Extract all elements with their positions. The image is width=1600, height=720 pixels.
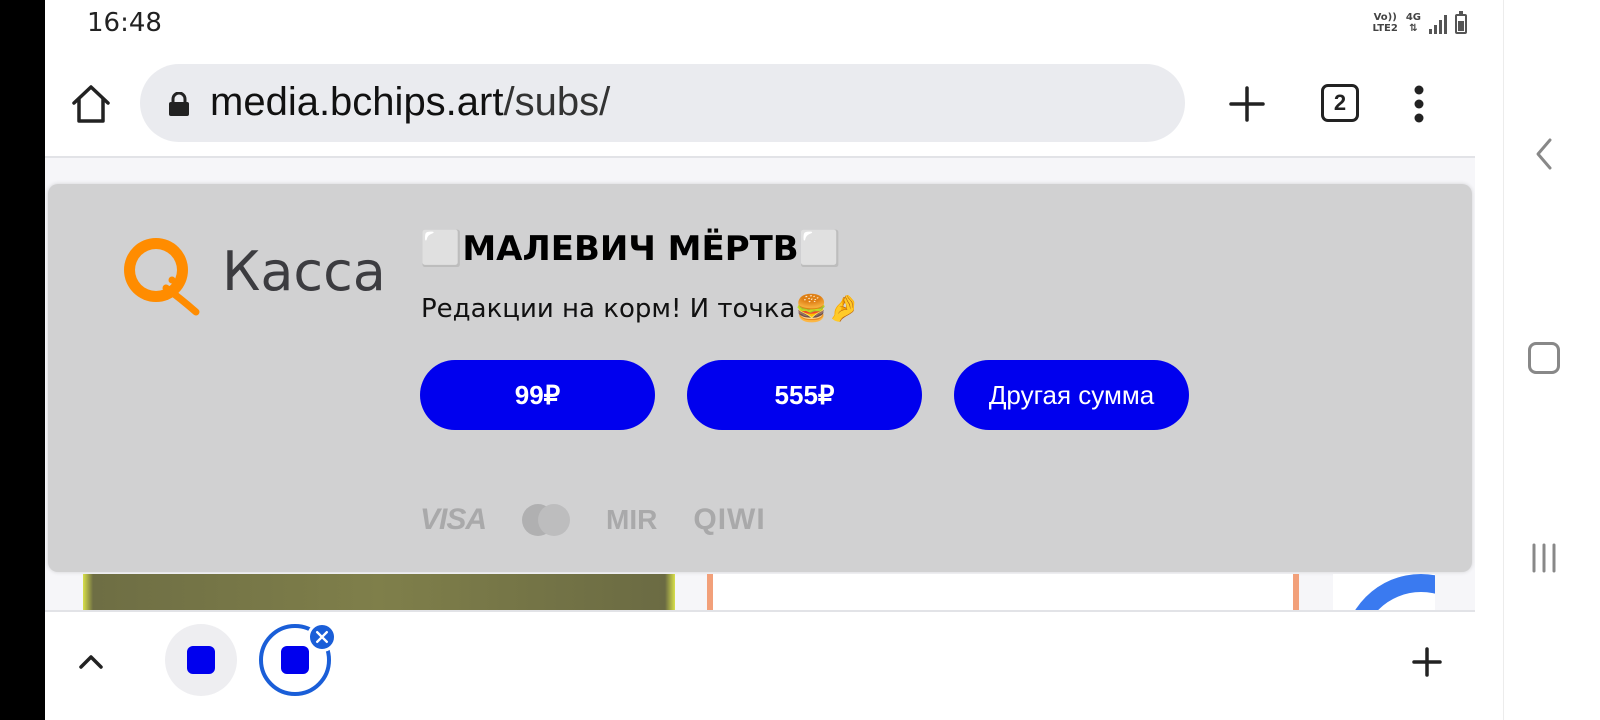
status-bar: 16:48 Vo)) LTE2 4G ⇅	[45, 0, 1503, 52]
chevron-up-icon[interactable]	[75, 646, 107, 678]
qiwi-kassa-logo: Касса	[118, 232, 418, 322]
bottom-tab-bar	[45, 610, 1475, 720]
amount-555-button[interactable]: 555₽	[687, 360, 922, 430]
payment-methods: VISA MIR QIWI	[420, 500, 766, 540]
device-bezel-left	[0, 0, 45, 720]
more-vert-icon[interactable]	[1411, 82, 1427, 126]
back-icon[interactable]	[1532, 136, 1556, 172]
logo-text: Касса	[222, 240, 386, 303]
url-path: /subs/	[503, 80, 611, 124]
url-host: media.bchips.art	[210, 80, 504, 124]
close-icon[interactable]	[307, 622, 337, 652]
system-nav-bar	[1503, 0, 1600, 720]
plus-icon[interactable]	[1411, 646, 1443, 678]
qiwi-logo-icon	[124, 238, 200, 316]
tab-thumbnail[interactable]	[165, 624, 237, 696]
address-bar[interactable]: media.bchips.art/subs/	[140, 64, 1185, 142]
qiwi-wordmark: QIWI	[693, 503, 766, 536]
amount-99-button[interactable]: 99₽	[420, 360, 655, 430]
browser-screen: 16:48 Vo)) LTE2 4G ⇅ media.bchips.art/su…	[45, 0, 1503, 720]
home-icon[interactable]	[69, 82, 113, 126]
web-page: Касса ⬜МАЛЕВИЧ МЁРТВ⬜ Редакции на корм! …	[45, 158, 1475, 610]
signal-icon	[1429, 14, 1447, 34]
visa-logo: VISA	[420, 503, 487, 536]
recent-apps-icon[interactable]	[1528, 542, 1560, 574]
status-clock: 16:48	[87, 8, 162, 38]
content-image-3	[1333, 574, 1435, 610]
status-icons: Vo)) LTE2 4G ⇅	[1372, 11, 1467, 34]
widget-subtitle: Редакции на корм! И точка🍔🤌	[421, 294, 861, 324]
home-square-icon[interactable]	[1528, 342, 1560, 374]
lock-icon	[169, 92, 189, 116]
url-text[interactable]: media.bchips.art/subs/	[210, 80, 610, 125]
battery-icon	[1455, 11, 1467, 34]
widget-title: ⬜МАЛЕВИЧ МЁРТВ⬜	[420, 229, 842, 269]
other-amount-button[interactable]: Другая сумма	[954, 360, 1189, 430]
network-type-icon: 4G ⇅	[1405, 12, 1421, 34]
payment-widget: Касса ⬜МАЛЕВИЧ МЁРТВ⬜ Редакции на корм! …	[48, 184, 1472, 572]
mir-logo: MIR	[606, 504, 658, 535]
mastercard-icon	[522, 504, 571, 536]
volte-icon: Vo)) LTE2	[1372, 12, 1398, 34]
new-tab-plus-icon[interactable]	[1225, 82, 1269, 126]
content-image-2	[707, 574, 1299, 610]
browser-toolbar: media.bchips.art/subs/ 2	[45, 52, 1503, 158]
tab-switcher-button[interactable]: 2	[1321, 84, 1359, 122]
content-image-1	[83, 574, 675, 610]
